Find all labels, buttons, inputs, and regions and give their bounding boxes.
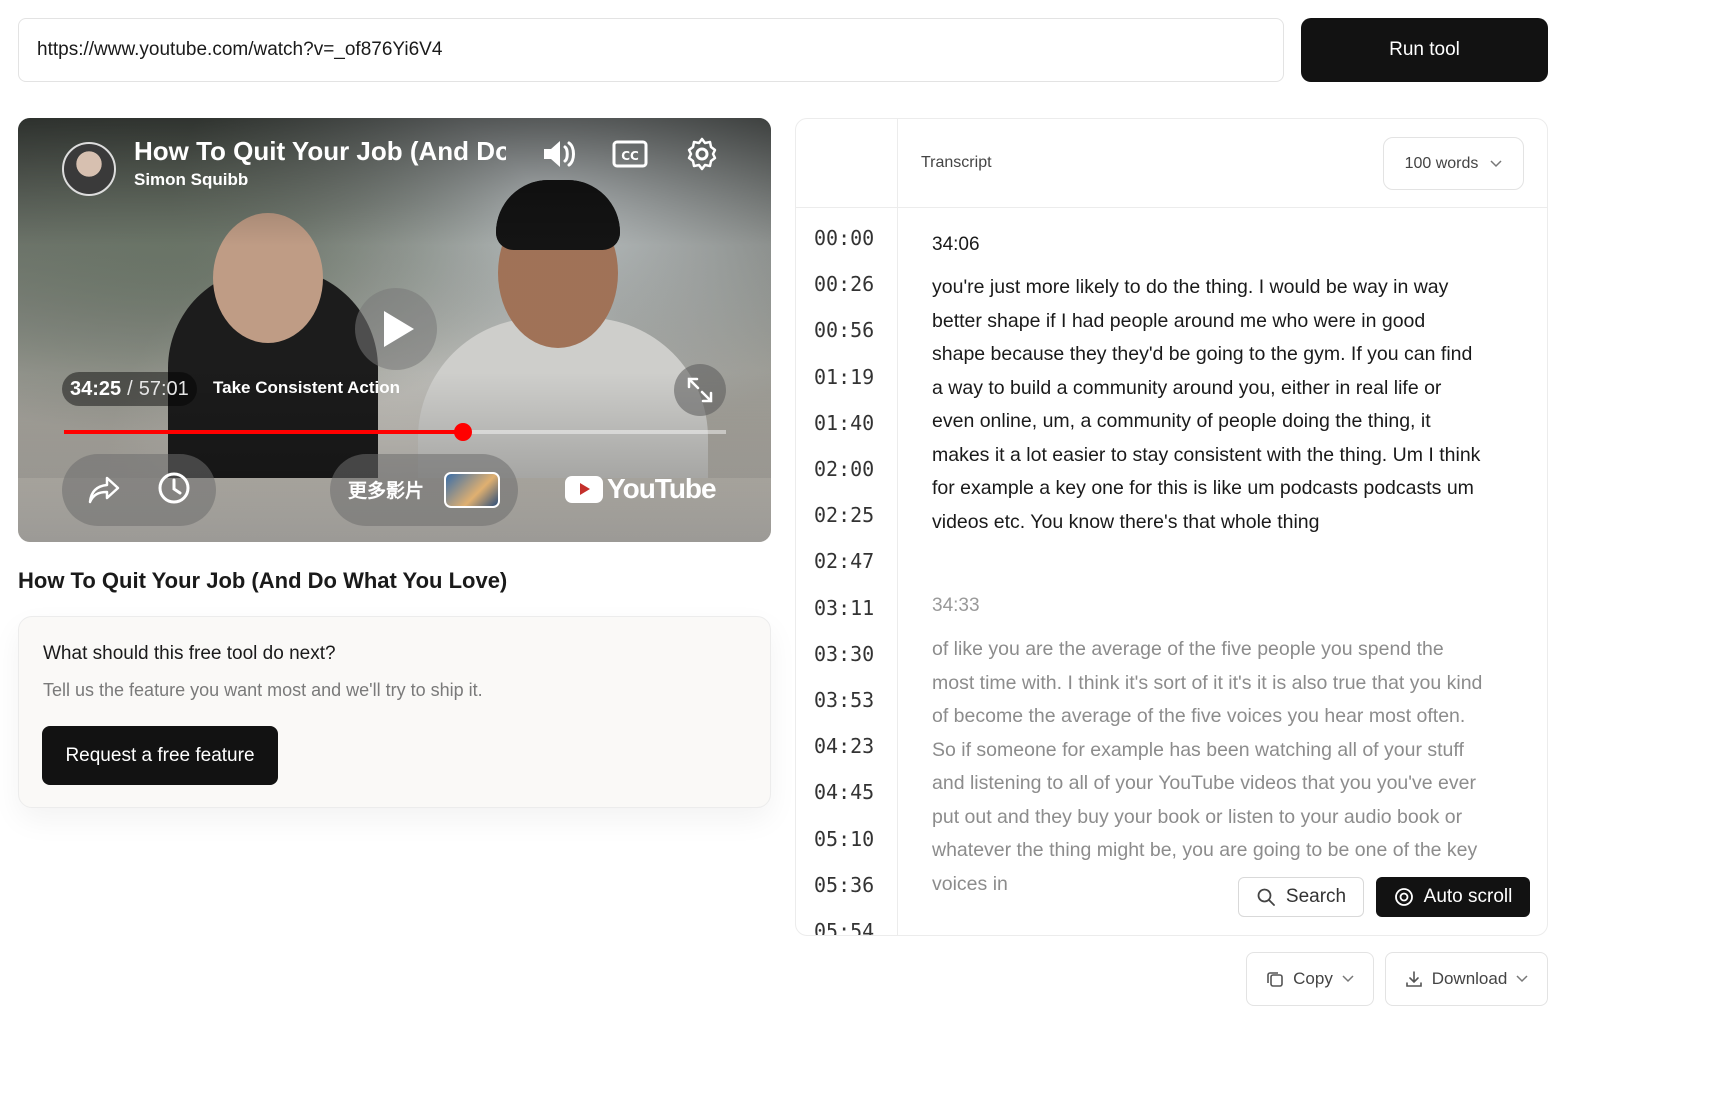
video-title[interactable]: How To Quit Your Job (And Do What You Lo… [134,136,506,167]
timestamp-item[interactable]: 03:30 [814,642,874,666]
request-feature-button[interactable]: Request a free feature [42,726,278,785]
transcript-line: So if someone for example has been watch… [932,738,1464,761]
timestamp-item[interactable]: 03:11 [814,596,874,620]
feature-request-card: What should this free tool do next? Tell… [18,616,771,808]
transcript-line: a way to build a community around you, e… [932,376,1442,399]
timestamp-item[interactable]: 03:53 [814,688,874,712]
timestamp-item[interactable]: 02:47 [814,549,874,573]
youtube-logo-icon[interactable]: YouTube [565,473,717,505]
play-button[interactable] [355,288,437,370]
target-icon [1394,888,1413,906]
segment-text: you're just more likely to do the thing.… [932,271,1516,539]
timestamp-item[interactable]: 04:23 [814,734,874,758]
more-videos-thumbnail[interactable] [444,472,500,508]
watch-later-icon[interactable] [154,468,194,508]
copy-button[interactable]: Copy [1246,952,1374,1006]
progress-fill [64,430,464,434]
timestamp-item[interactable]: 05:54 [814,919,874,935]
run-tool-button[interactable]: Run tool [1301,18,1548,82]
time-separator: / [127,377,133,400]
transcript-line: even online, um, a community of people d… [932,410,1431,432]
current-time: 34:25 [70,377,122,400]
timestamp-item[interactable]: 02:00 [814,457,874,481]
timestamp-column-header [796,119,898,208]
segment-time[interactable]: 34:33 [932,595,980,617]
word-count-select[interactable]: 100 words [1383,137,1524,190]
channel-name[interactable]: Simon Squibb [134,170,248,190]
video-player[interactable]: How To Quit Your Job (And Do What You Lo… [18,118,771,542]
transcript-header: Transcript 100 words [898,119,1547,208]
download-label: Download [1431,969,1508,988]
transcript-line: of become the average of the five voices… [932,705,1466,727]
transcript-line: for example a key one for this is like u… [932,477,1474,499]
youtube-wordmark: YouTube [607,473,717,504]
youtube-play-icon [565,475,603,503]
timestamp-item[interactable]: 02:25 [814,503,874,527]
search-label: Search [1285,886,1347,907]
chevron-down-icon [1342,975,1354,983]
download-button[interactable]: Download [1385,952,1548,1006]
search-icon [1257,888,1275,906]
feature-subtext: Tell us the feature you want most and we… [43,680,483,700]
timestamp-item[interactable]: 00:26 [814,272,874,296]
progress-bar[interactable] [64,423,726,441]
transcript-line: better shape if I had people around me w… [932,309,1426,332]
transcript-line: videos etc. You know there's that whole … [932,510,1320,533]
copy-icon [1267,972,1283,987]
timestamp-item[interactable]: 00:56 [814,318,874,342]
chevron-down-icon [1490,159,1502,167]
channel-avatar[interactable] [62,142,116,196]
transcript-line: makes it a lot easier to stay consistent… [932,443,1481,466]
timestamp-item[interactable]: 01:19 [814,365,874,389]
timestamp-item[interactable]: 04:45 [814,780,874,804]
transcript-line: shape because they they'd be going to th… [932,343,1473,365]
copy-label: Copy [1293,969,1333,988]
word-count-value: 100 words [1404,154,1479,172]
transcript-line: most time with. I think it's sort of it … [932,671,1483,694]
captions-icon[interactable]: CC [608,134,652,174]
time-display: 34:25 / 57:01 [62,372,197,406]
expand-icon[interactable] [674,364,726,416]
url-input[interactable] [18,18,1284,82]
segment-time[interactable]: 34:06 [932,234,980,256]
transcript-line: put out and they buy your book or listen… [932,805,1463,828]
auto-scroll-label: Auto scroll [1423,886,1513,907]
transcript-panel: Transcript 100 words 00:00 00:26 00:56 01:1… [795,118,1548,936]
more-videos-label[interactable]: 更多影片 [348,476,424,503]
settings-icon[interactable] [680,132,724,176]
timestamp-item[interactable]: 00:00 [814,226,874,250]
download-icon [1405,971,1422,987]
timestamp-item[interactable]: 05:36 [814,873,874,897]
transcript-line: you're just more likely to do the thing.… [932,276,1449,298]
transcript-label: Transcript [921,154,992,171]
timestamp-item[interactable]: 05:10 [814,827,874,851]
timestamp-list[interactable]: 00:00 00:26 00:56 01:19 01:40 02:00 02:25 02:47… [796,208,898,935]
feature-heading: What should this free tool do next? [43,643,336,664]
volume-icon[interactable] [536,134,582,174]
page-title: How To Quit Your Job (And Do What You Lo… [18,568,508,593]
transcript-line: and listening to all of your YouTube vid… [932,772,1476,794]
transcript-line: whatever the thing might be, you are goi… [932,839,1478,861]
timestamp-item[interactable]: 01:40 [814,411,874,435]
chapter-title[interactable]: Take Consistent Action [213,378,400,398]
duration: 57:01 [138,377,189,400]
svg-text:CC: CC [621,149,639,163]
play-icon [384,311,414,347]
share-icon[interactable] [84,470,124,510]
transcript-line: of like you are the average of the five … [932,638,1444,660]
auto-scroll-button[interactable]: Auto scroll [1376,877,1530,917]
search-button[interactable]: Search [1238,877,1364,917]
segment-text: of like you are the average of the five … [932,633,1516,901]
chevron-down-icon [1516,975,1528,983]
